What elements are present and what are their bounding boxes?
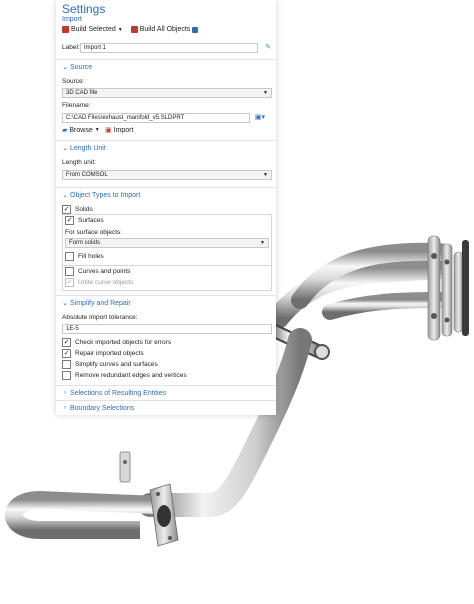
remove-redundant-label: Remove redundant edges and vertices [75,372,187,379]
label-caption: Label: [62,44,80,51]
build-all-objects-button[interactable]: Build All Objects [130,26,199,33]
settings-panel: Settings Import Build Selected ▼ Build A… [56,0,276,415]
filename-input[interactable]: C:\CAD Files\exhaust_manifold_v5.SLDPRT [62,113,250,123]
section-length-unit-header[interactable]: ⌄ Length Unit [56,140,276,155]
chevron-right-icon: › [64,390,66,396]
chevron-down-icon: ▼ [263,90,268,96]
source-select[interactable]: 3D CAD file ▼ [62,88,272,98]
length-unit-caption: Length unit: [62,159,96,166]
length-unit-select-value: From COMSOL [66,172,108,178]
import-icon: ▣ [105,127,112,134]
import-label: Import [113,126,134,134]
fill-holes-checkbox[interactable]: Fill holes [65,252,104,261]
surfaces-checkbox[interactable]: ✓ Surfaces [65,216,104,225]
unite-curve-checkbox: ✓ Unite curve objects [65,278,133,287]
checkbox-box: ✓ [62,205,71,214]
unite-curve-label: Unite curve objects [78,279,134,286]
checkbox-box [65,252,74,261]
browse-label: Browse [69,126,93,134]
check-imported-checkbox[interactable]: ✓ Check imported objects for errors [62,338,171,347]
chevron-down-icon: ⌄ [62,300,68,307]
label-input[interactable]: Import 1 [80,43,258,53]
lower-loop-pipe [4,490,159,539]
build-all-extra-icon [192,26,199,33]
section-selections-header[interactable]: › Selections of Resulting Entities [56,385,276,400]
build-selected-icon [62,26,69,33]
chevron-right-icon: › [64,405,66,411]
section-boundary-title: Boundary Selections [70,404,135,412]
outlet-flanges [427,235,469,341]
section-selections-title: Selections of Resulting Entities [70,389,167,397]
file-options-icon[interactable]: ▣▾ [252,112,268,122]
checkbox-box: ✓ [62,338,71,347]
filename-caption: Filename: [62,102,91,109]
section-simplify-title: Simplify and Repair [70,299,131,307]
chevron-down-icon: ▼ [94,127,100,133]
source-caption: Source: [62,78,85,85]
section-length-unit-title: Length Unit [70,144,106,152]
checkbox-box: ✓ [65,278,74,287]
checkbox-box: ✓ [62,349,71,358]
tolerance-input[interactable]: 1E-5 [62,324,272,334]
build-all-label: Build All Objects [139,26,191,33]
chevron-down-icon: ▼ [263,172,268,178]
simplify-curves-checkbox[interactable]: Simplify curves and surfaces [62,360,158,369]
mounting-bracket [119,451,131,483]
surfaces-label: Surfaces [78,217,104,224]
simplify-curves-label: Simplify curves and surfaces [75,361,158,368]
section-source-title: Source [70,63,93,71]
build-selected-button[interactable]: Build Selected ▼ [62,26,123,33]
section-simplify-header[interactable]: ⌄ Simplify and Repair [56,295,276,310]
section-source-header[interactable]: ⌄ Source [56,59,276,74]
curves-points-checkbox[interactable]: Curves and points [65,267,130,276]
checkbox-box: ✓ [65,216,74,225]
panel-title: Settings [62,2,106,16]
remove-redundant-checkbox[interactable]: Remove redundant edges and vertices [62,371,187,380]
chevron-down-icon[interactable]: ▼ [118,27,123,33]
chevron-down-icon: ⌄ [62,64,68,71]
surface-objects-select[interactable]: Form solids ▼ [65,238,269,248]
section-object-types-title: Object Types to Import [70,191,141,199]
label-edit-icon[interactable]: ✎ [263,42,273,52]
length-unit-select[interactable]: From COMSOL ▼ [62,170,272,180]
surface-objects-select-value: Form solids [69,240,101,246]
checkbox-box [65,267,74,276]
checkbox-box [62,371,71,380]
section-boundary-header[interactable]: › Boundary Selections [56,400,276,415]
source-select-value: 3D CAD file [66,90,98,96]
solids-label: Solids [75,206,93,213]
check-imported-label: Check imported objects for errors [75,339,172,346]
surface-objects-caption: For surface objects: [65,229,123,236]
section-object-types-header[interactable]: ⌄ Object Types to Import [56,187,276,202]
checkbox-box [62,360,71,369]
chevron-down-icon: ▼ [260,240,265,246]
panel-subtitle: Import [62,16,82,23]
solids-checkbox[interactable]: ✓ Solids [62,205,93,214]
chevron-down-icon: ⌄ [62,192,68,199]
repair-imported-checkbox[interactable]: ✓ Repair imported objects [62,349,144,358]
import-button[interactable]: ▣ Import [105,126,134,135]
build-all-icon [130,26,138,33]
folder-icon: ▰ [62,127,68,134]
chevron-down-icon: ⌄ [62,145,68,152]
fill-holes-label: Fill holes [78,253,104,260]
browse-button[interactable]: ▰ Browse ▼ [62,126,100,135]
curves-points-label: Curves and points [78,268,131,275]
build-selected-label: Build Selected [71,26,116,33]
toolbar: Build Selected ▼ Build All Objects [62,26,199,33]
repair-imported-label: Repair imported objects [75,350,144,357]
tolerance-caption: Absolute import tolerance: [62,314,138,321]
upper-pipes [267,242,451,329]
